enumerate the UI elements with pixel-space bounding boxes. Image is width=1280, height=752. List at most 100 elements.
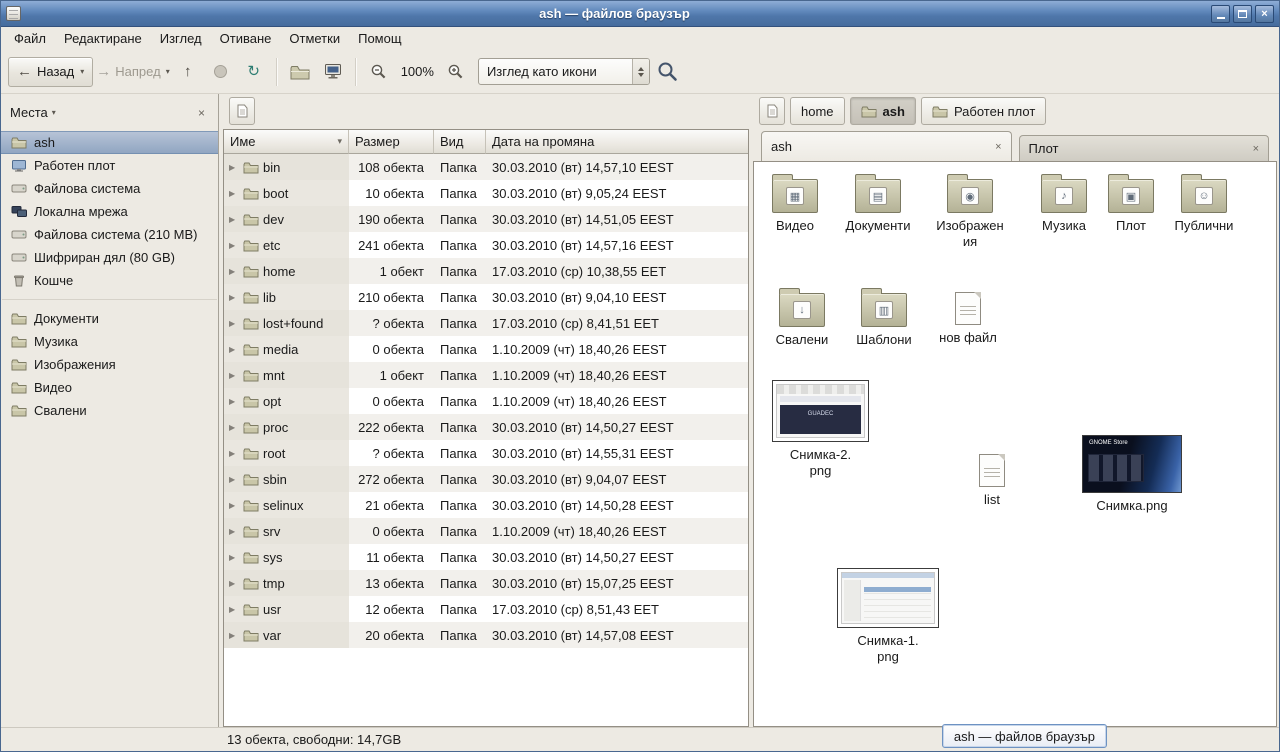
- reload-button[interactable]: ↻: [239, 57, 269, 87]
- table-row[interactable]: ▶boot10 обектаПапка30.03.2010 (вт) 9,05,…: [224, 180, 748, 206]
- search-button[interactable]: [653, 57, 683, 87]
- icon-view-item[interactable]: Снимка-1.png: [837, 568, 939, 664]
- places-title[interactable]: Места: [10, 105, 48, 120]
- table-row[interactable]: ▶proc222 обектаПапка30.03.2010 (вт) 14,5…: [224, 414, 748, 440]
- icon-view[interactable]: ▦Видео▤Документи◉Изображения♪Музика▣Плот…: [753, 161, 1277, 727]
- table-row[interactable]: ▶media0 обектаПапка1.10.2009 (чт) 18,40,…: [224, 336, 748, 362]
- left-pane-path-button[interactable]: [229, 97, 255, 125]
- expander-icon[interactable]: ▶: [229, 605, 239, 614]
- places-close-button[interactable]: ×: [194, 104, 209, 122]
- forward-button[interactable]: → Напред ▾: [96, 57, 169, 87]
- expander-icon[interactable]: ▶: [229, 631, 239, 640]
- expander-icon[interactable]: ▶: [229, 319, 239, 328]
- expander-icon[interactable]: ▶: [229, 241, 239, 250]
- icon-view-item[interactable]: ▤Документи: [838, 172, 918, 234]
- menu-item-3[interactable]: Отиване: [211, 29, 281, 48]
- sidebar-item[interactable]: Изображения: [1, 353, 218, 376]
- icon-view-item[interactable]: нов файл: [928, 286, 1008, 346]
- icon-view-item[interactable]: ☺Публични: [1164, 172, 1244, 234]
- expander-icon[interactable]: ▶: [229, 527, 239, 536]
- expander-icon[interactable]: ▶: [229, 553, 239, 562]
- table-row[interactable]: ▶sys11 обектаПапка30.03.2010 (вт) 14,50,…: [224, 544, 748, 570]
- icon-view-item[interactable]: ◉Изображения: [930, 172, 1010, 249]
- sidebar-item[interactable]: ash: [1, 131, 218, 154]
- icon-view-item[interactable]: GUADECСнимка-2.png: [772, 380, 869, 478]
- table-row[interactable]: ▶tmp13 обектаПапка30.03.2010 (вт) 15,07,…: [224, 570, 748, 596]
- menu-item-2[interactable]: Изглед: [151, 29, 211, 48]
- sidebar-item[interactable]: Кошче: [1, 269, 218, 292]
- icon-view-item[interactable]: ▣Плот: [1091, 172, 1171, 234]
- sidebar-item[interactable]: Музика: [1, 330, 218, 353]
- combo-stepper[interactable]: [632, 59, 649, 84]
- table-row[interactable]: ▶lost+found? обектаПапка17.03.2010 (ср) …: [224, 310, 748, 336]
- expander-icon[interactable]: ▶: [229, 475, 239, 484]
- expander-icon[interactable]: ▶: [229, 163, 239, 172]
- expander-icon[interactable]: ▶: [229, 501, 239, 510]
- table-row[interactable]: ▶root? обектаПапка30.03.2010 (вт) 14,55,…: [224, 440, 748, 466]
- expander-icon[interactable]: ▶: [229, 293, 239, 302]
- column-header[interactable]: Дата на промяна: [486, 130, 748, 154]
- stop-button[interactable]: [206, 57, 236, 87]
- expander-icon[interactable]: ▶: [229, 397, 239, 406]
- titlebar[interactable]: ash — файлов браузър ×: [1, 1, 1279, 27]
- back-button[interactable]: ← Назад ▾: [8, 57, 93, 87]
- table-row[interactable]: ▶bin108 обектаПапка30.03.2010 (вт) 14,57…: [224, 154, 748, 180]
- taskbar-window-button[interactable]: ash — файлов браузър: [942, 724, 1107, 748]
- pathbar-button[interactable]: ash: [850, 97, 916, 125]
- menu-item-4[interactable]: Отметки: [280, 29, 349, 48]
- sidebar-item[interactable]: Файлова система: [1, 177, 218, 200]
- computer-button[interactable]: [318, 57, 348, 87]
- expander-icon[interactable]: ▶: [229, 449, 239, 458]
- icon-view-item[interactable]: GNOME StoreСнимка.png: [1082, 435, 1182, 514]
- tab-close-icon[interactable]: ×: [1253, 143, 1259, 155]
- sidebar-item[interactable]: Локална мрежа: [1, 200, 218, 223]
- table-row[interactable]: ▶dev190 обектаПапка30.03.2010 (вт) 14,51…: [224, 206, 748, 232]
- expander-icon[interactable]: ▶: [229, 579, 239, 588]
- icon-view-item[interactable]: list: [962, 448, 1022, 508]
- zoom-out-button[interactable]: [364, 57, 394, 87]
- column-header[interactable]: Вид: [434, 130, 486, 154]
- sidebar-item[interactable]: Работен плот: [1, 154, 218, 177]
- column-header[interactable]: Име▾: [224, 130, 349, 154]
- tab-close-icon[interactable]: ×: [995, 141, 1001, 153]
- icon-view-item[interactable]: ▦Видео: [755, 172, 835, 234]
- maximize-button[interactable]: [1233, 5, 1252, 23]
- view-mode-select[interactable]: Изглед като икони: [478, 58, 650, 85]
- up-button[interactable]: ↑: [173, 57, 203, 87]
- pathbar-button[interactable]: Работен плот: [921, 97, 1046, 125]
- expander-icon[interactable]: ▶: [229, 423, 239, 432]
- tab-1[interactable]: Плот×: [1019, 135, 1270, 161]
- table-row[interactable]: ▶etc241 обектаПапка30.03.2010 (вт) 14,57…: [224, 232, 748, 258]
- expander-icon[interactable]: ▶: [229, 267, 239, 276]
- zoom-in-button[interactable]: [441, 57, 471, 87]
- sidebar-item[interactable]: Файлова система (210 MB): [1, 223, 218, 246]
- expander-icon[interactable]: ▶: [229, 371, 239, 380]
- table-row[interactable]: ▶home1 обектПапка17.03.2010 (ср) 10,38,5…: [224, 258, 748, 284]
- expander-icon[interactable]: ▶: [229, 215, 239, 224]
- tab-0[interactable]: ash×: [761, 131, 1012, 161]
- sidebar-item[interactable]: Документи: [1, 307, 218, 330]
- menu-item-0[interactable]: Файл: [5, 29, 55, 48]
- sidebar-item[interactable]: Шифриран дял (80 GB): [1, 246, 218, 269]
- table-row[interactable]: ▶var20 обектаПапка30.03.2010 (вт) 14,57,…: [224, 622, 748, 648]
- table-row[interactable]: ▶mnt1 обектПапка1.10.2009 (чт) 18,40,26 …: [224, 362, 748, 388]
- home-button[interactable]: [285, 57, 315, 87]
- pathbar-button[interactable]: home: [790, 97, 845, 125]
- icon-view-item[interactable]: ↓Свалени: [762, 286, 842, 348]
- expander-icon[interactable]: ▶: [229, 189, 239, 198]
- sidebar-item[interactable]: Свалени: [1, 399, 218, 422]
- table-row[interactable]: ▶selinux21 обектаПапка30.03.2010 (вт) 14…: [224, 492, 748, 518]
- menu-item-1[interactable]: Редактиране: [55, 29, 151, 48]
- expander-icon[interactable]: ▶: [229, 345, 239, 354]
- table-row[interactable]: ▶lib210 обектаПапка30.03.2010 (вт) 9,04,…: [224, 284, 748, 310]
- icon-view-item[interactable]: ▥Шаблони: [844, 286, 924, 348]
- menu-item-5[interactable]: Помощ: [349, 29, 410, 48]
- pathbar-root-button[interactable]: [759, 97, 785, 125]
- table-row[interactable]: ▶usr12 обектаПапка17.03.2010 (ср) 8,51,4…: [224, 596, 748, 622]
- minimize-button[interactable]: [1211, 5, 1230, 23]
- close-button[interactable]: ×: [1255, 5, 1274, 23]
- column-header[interactable]: Размер: [349, 130, 434, 154]
- sidebar-item[interactable]: Видео: [1, 376, 218, 399]
- table-row[interactable]: ▶sbin272 обектаПапка30.03.2010 (вт) 9,04…: [224, 466, 748, 492]
- table-row[interactable]: ▶srv0 обектаПапка1.10.2009 (чт) 18,40,26…: [224, 518, 748, 544]
